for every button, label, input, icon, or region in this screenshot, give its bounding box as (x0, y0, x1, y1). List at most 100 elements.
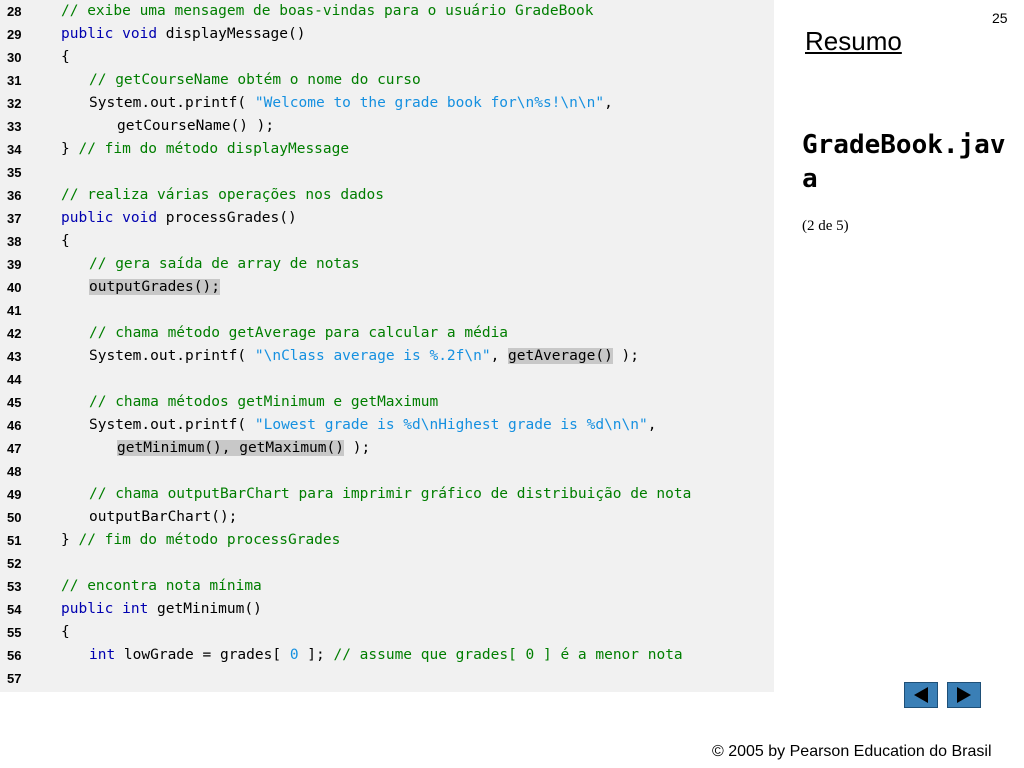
line-number: 28 (7, 4, 22, 19)
code-token: void (122, 210, 158, 226)
next-slide-button[interactable] (947, 682, 981, 708)
code-token: // realiza várias operações nos dados (61, 187, 385, 203)
code-token: // chama outputBarChart para imprimir gr… (89, 486, 692, 502)
line-number: 39 (7, 257, 22, 272)
code-token: , (490, 348, 509, 364)
code-token: { (61, 624, 70, 640)
code-token: ]; (298, 647, 334, 663)
code-text: System.out.printf( "Lowest grade is %d\n… (89, 414, 656, 437)
code-text: // chama métodos getMinimum e getMaximum (89, 391, 438, 414)
line-number: 33 (7, 119, 22, 134)
line-number: 44 (7, 372, 22, 387)
code-token: displayMessage() (157, 26, 306, 42)
code-text: outputGrades(); (89, 276, 220, 299)
code-token: // fim do método displayMessage (78, 141, 350, 157)
line-number: 54 (7, 602, 22, 617)
part-info: (2 de 5) (802, 218, 849, 234)
highlighted-code: getAverage() (508, 348, 613, 364)
code-token: void (122, 26, 158, 42)
code-token: "Welcome to the grade book for\n%s!\n\n" (254, 95, 605, 111)
line-number: 41 (7, 303, 22, 318)
code-token: , (604, 95, 613, 111)
code-text: // chama outputBarChart para imprimir gr… (89, 483, 691, 506)
code-token: int (89, 647, 116, 663)
highlighted-code: outputGrades(); (89, 279, 220, 295)
code-text: System.out.printf( "\nClass average is %… (89, 345, 639, 368)
line-number: 49 (7, 487, 22, 502)
code-text: public void processGrades() (61, 207, 297, 230)
line-number: 53 (7, 579, 22, 594)
code-token: outputBarChart(); (89, 509, 238, 525)
line-number: 55 (7, 625, 22, 640)
code-token: public (61, 601, 114, 617)
code-token: "\nClass average is %.2f\n" (254, 348, 491, 364)
line-number: 48 (7, 464, 22, 479)
line-number: 45 (7, 395, 22, 410)
code-token: ); (612, 348, 640, 364)
right-triangle-icon (957, 687, 971, 703)
code-token: { (61, 49, 70, 65)
code-token: , (647, 417, 657, 433)
code-token: 0 (289, 647, 299, 663)
line-number: 37 (7, 211, 22, 226)
line-number: 34 (7, 142, 22, 157)
code-token: getMinimum() (148, 601, 262, 617)
code-token: lowGrade = grades[ (115, 647, 290, 663)
code-text: System.out.printf( "Welcome to the grade… (89, 92, 613, 115)
code-token: { (61, 233, 70, 249)
code-token: public (61, 210, 114, 226)
line-number: 35 (7, 165, 22, 180)
code-text: public void displayMessage() (61, 23, 305, 46)
highlighted-code: getMinimum(), getMaximum() (117, 440, 344, 456)
line-number: 36 (7, 188, 22, 203)
line-number: 51 (7, 533, 22, 548)
line-number: 47 (7, 441, 22, 456)
code-token: // exibe uma mensagem de boas-vindas par… (61, 3, 594, 19)
line-number: 43 (7, 349, 22, 364)
line-number: 31 (7, 73, 22, 88)
line-number: 30 (7, 50, 22, 65)
line-number: 29 (7, 27, 22, 42)
code-text: // exibe uma mensagem de boas-vindas par… (61, 0, 594, 23)
line-number: 40 (7, 280, 22, 295)
file-title: GradeBook.java (802, 130, 1006, 194)
code-text: // chama método getAverage para calcular… (89, 322, 508, 345)
code-token: System.out.printf( (89, 417, 255, 433)
code-text: { (61, 46, 70, 69)
code-token: // fim do método processGrades (78, 532, 341, 548)
code-text: outputBarChart(); (89, 506, 237, 529)
code-token: processGrades() (157, 210, 297, 226)
code-token: public (61, 26, 114, 42)
left-triangle-icon (914, 687, 928, 703)
code-token: // encontra nota mínima (61, 578, 262, 594)
line-number: 46 (7, 418, 22, 433)
code-token: } (61, 141, 79, 157)
code-token: // assume que grades[ 0 ] é a menor nota (333, 647, 683, 663)
code-token: System.out.printf( (89, 348, 255, 364)
code-token: getCourseName() ); (117, 118, 275, 134)
code-text: { (61, 621, 70, 644)
code-token: System.out.printf( (89, 95, 255, 111)
code-text: public int getMinimum() (61, 598, 262, 621)
code-token: // chama método getAverage para calcular… (89, 325, 509, 341)
code-token: // chama métodos getMinimum e getMaximum (89, 394, 439, 410)
line-number: 57 (7, 671, 22, 686)
previous-slide-button[interactable] (904, 682, 938, 708)
code-text: // getCourseName obtém o nome do curso (89, 69, 421, 92)
code-text: // realiza várias operações nos dados (61, 184, 384, 207)
code-text: getMinimum(), getMaximum() ); (117, 437, 370, 460)
line-number: 32 (7, 96, 22, 111)
code-token: "Lowest grade is %d\nHighest grade is %d… (254, 417, 648, 433)
line-number: 38 (7, 234, 22, 249)
code-token: // gera saída de array de notas (89, 256, 360, 272)
resumo-link[interactable]: Resumo (805, 26, 902, 57)
code-text: int lowGrade = grades[ 0 ]; // assume qu… (89, 644, 683, 667)
line-number: 56 (7, 648, 22, 663)
code-text: getCourseName() ); (117, 115, 274, 138)
code-token: // getCourseName obtém o nome do curso (89, 72, 421, 88)
page-number: 25 (992, 10, 1008, 26)
code-text: // encontra nota mínima (61, 575, 262, 598)
